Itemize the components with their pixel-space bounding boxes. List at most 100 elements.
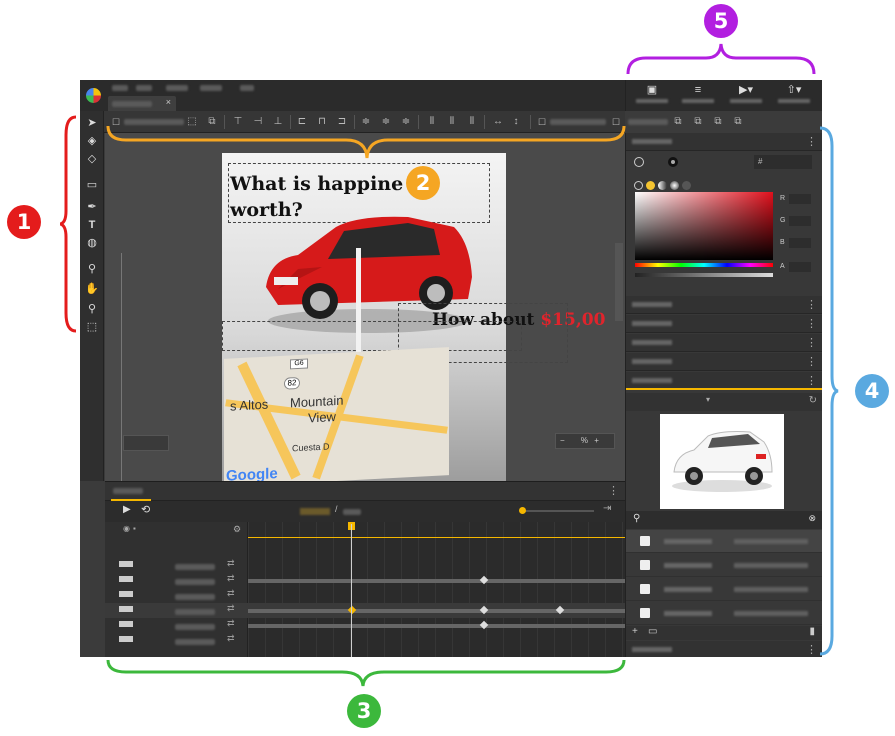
g-input[interactable] (789, 216, 811, 226)
asset-row[interactable] (626, 578, 822, 601)
total-time (343, 509, 361, 515)
stamp-icon[interactable]: ⚲ (84, 261, 100, 277)
stage-size-control[interactable] (123, 435, 169, 451)
menu-item-view[interactable] (166, 85, 188, 91)
stage-scrollbar[interactable] (615, 243, 623, 321)
menu-item-edit[interactable] (136, 85, 152, 91)
folder-icon[interactable]: ▭ (648, 626, 657, 637)
panel-header[interactable]: ⋮ (626, 641, 822, 657)
a-input[interactable] (789, 262, 811, 272)
menu-item-insert[interactable] (200, 85, 222, 91)
paint-bucket-icon[interactable]: ◍ (84, 235, 100, 251)
lock-icon[interactable]: ▪ (133, 524, 136, 533)
panel-header[interactable]: ⋮ (626, 334, 822, 352)
view-and-publish-bar: ▣ ≡ ▶▾ ⇧▾ (625, 80, 822, 111)
add-asset-icon[interactable]: + (632, 626, 638, 637)
layer-row[interactable]: ⇄ (105, 588, 625, 603)
color-panel-header[interactable]: ⋮ (626, 133, 822, 151)
trash-icon[interactable]: ▮ (809, 626, 815, 637)
fill-type-buttons[interactable] (634, 177, 694, 190)
route-shield: G6 (290, 358, 308, 370)
ungroup-icon[interactable]: ⧉ (692, 116, 704, 128)
timeline-tab[interactable] (113, 488, 143, 494)
color-picker-field[interactable] (635, 192, 773, 260)
no-fill-icon[interactable] (634, 157, 644, 167)
r-label: R (780, 195, 786, 202)
3d-rotate-icon[interactable]: ◈ (84, 133, 100, 149)
annotation-badge-2: 2 (406, 166, 440, 200)
asset-preview (660, 414, 784, 509)
document-tab-label (112, 101, 152, 107)
3d-translate-icon[interactable]: ◇ (84, 151, 100, 167)
hue-slider[interactable] (635, 263, 773, 267)
ad-artboard[interactable]: What is happine worth? How about $15,00 … (222, 153, 605, 481)
more-icon[interactable]: ⋮ (608, 484, 619, 497)
zoom-slider[interactable] (522, 510, 594, 512)
design-view-button[interactable]: ▣ (632, 84, 672, 108)
timeline-panel: ⋮ ▶ ⟲ / ⇥ ◉ ▪ ⚙ ⇄ ⇄ ⇄ ⇄ ⇄ ⇄ (105, 481, 625, 657)
layer-row[interactable]: ⇄ (105, 558, 625, 573)
publish-button[interactable]: ⇧▾ (774, 84, 814, 108)
library-filter-bar[interactable]: ▾ ↻ (626, 393, 822, 411)
hand-icon[interactable]: ✋ (84, 281, 100, 297)
menu-item-help[interactable] (240, 85, 254, 91)
refresh-icon[interactable]: ↻ (809, 395, 817, 406)
playhead[interactable] (351, 524, 352, 657)
asset-row[interactable] (626, 530, 822, 553)
text-icon[interactable]: T (84, 217, 100, 233)
tag-icon[interactable]: ▭ (84, 177, 100, 193)
visibility-icon[interactable]: ◉ (123, 524, 130, 533)
chevron-down-icon[interactable]: ▾ (706, 395, 710, 404)
preview-button[interactable]: ▶▾ (726, 84, 766, 108)
layer-row[interactable]: ⇄ (105, 573, 625, 588)
zoom-out-icon[interactable]: − (560, 436, 565, 445)
annotated-screenshot: × ▣ ≡ ▶▾ ⇧▾ ☐ ⬚ ⧉ ⊤ ⊣ ⊥ ⊏ ⊓ ⊐ ≑ ≑ ≑ ⫴ ⫴ … (0, 0, 895, 736)
zoom-slider-knob[interactable] (519, 507, 526, 514)
r-input[interactable] (789, 194, 811, 204)
layer-row[interactable]: ⇄ (105, 633, 625, 648)
annotation-badge-5: 5 (704, 4, 738, 38)
text-align-icon: ≡ (694, 84, 702, 96)
play-icon[interactable]: ▶ (123, 504, 131, 515)
asset-search[interactable]: ⚲ ⊗ (626, 511, 822, 529)
select-arrow-icon[interactable]: ➤ (84, 115, 100, 131)
close-tab-icon[interactable]: × (166, 97, 171, 107)
gear-icon[interactable]: ⚙ (233, 524, 241, 535)
clear-search-icon[interactable]: ⊗ (808, 513, 816, 524)
lock-icon[interactable]: ⧉ (732, 116, 744, 128)
document-tab[interactable]: × (108, 96, 176, 111)
zoom-icon[interactable]: ⚲ (84, 301, 100, 317)
panel-header[interactable]: ⋮ (626, 296, 822, 314)
menu-item-file[interactable] (112, 85, 128, 91)
brace-timeline (106, 659, 626, 687)
publish-icon: ⇧▾ (786, 84, 802, 96)
hex-input[interactable]: # (754, 155, 812, 169)
crop-icon[interactable]: ⬚ (84, 319, 100, 335)
zoom-in-icon[interactable]: + (594, 436, 599, 445)
stroke-icon[interactable] (668, 157, 678, 167)
b-input[interactable] (789, 238, 811, 248)
pen-icon[interactable]: ✒ (84, 199, 100, 215)
asset-row[interactable] (626, 554, 822, 577)
alpha-slider[interactable] (635, 273, 773, 277)
keyframe-line (248, 537, 625, 538)
loop-icon[interactable]: ⟲ (141, 503, 150, 516)
code-view-button[interactable]: ≡ (678, 84, 718, 108)
asset-row[interactable] (626, 602, 822, 625)
arrange-icon[interactable]: ⧉ (712, 116, 724, 128)
panel-header[interactable]: ⋮ (626, 353, 822, 371)
design-stage[interactable]: What is happine worth? How about $15,00 … (105, 133, 625, 481)
b-label: B (780, 239, 785, 246)
group-icon[interactable]: ⧉ (672, 116, 684, 128)
layer-row-selected[interactable]: ⇄ (105, 603, 625, 618)
layer-row[interactable]: ⇄ (105, 618, 625, 633)
library-panel-header[interactable]: ⋮ (626, 372, 822, 390)
more-icon[interactable]: ⋮ (806, 134, 817, 150)
search-icon: ⚲ (633, 513, 641, 524)
panel-header[interactable]: ⋮ (626, 315, 822, 333)
zoom-control[interactable]: − % + (555, 433, 615, 449)
map-image[interactable]: s Altos Mountain View Cuesta D 82 G6 Goo… (224, 347, 449, 481)
brace-panels (819, 126, 839, 656)
fit-icon[interactable]: ⇥ (603, 503, 611, 514)
ruler-guide (121, 253, 122, 481)
